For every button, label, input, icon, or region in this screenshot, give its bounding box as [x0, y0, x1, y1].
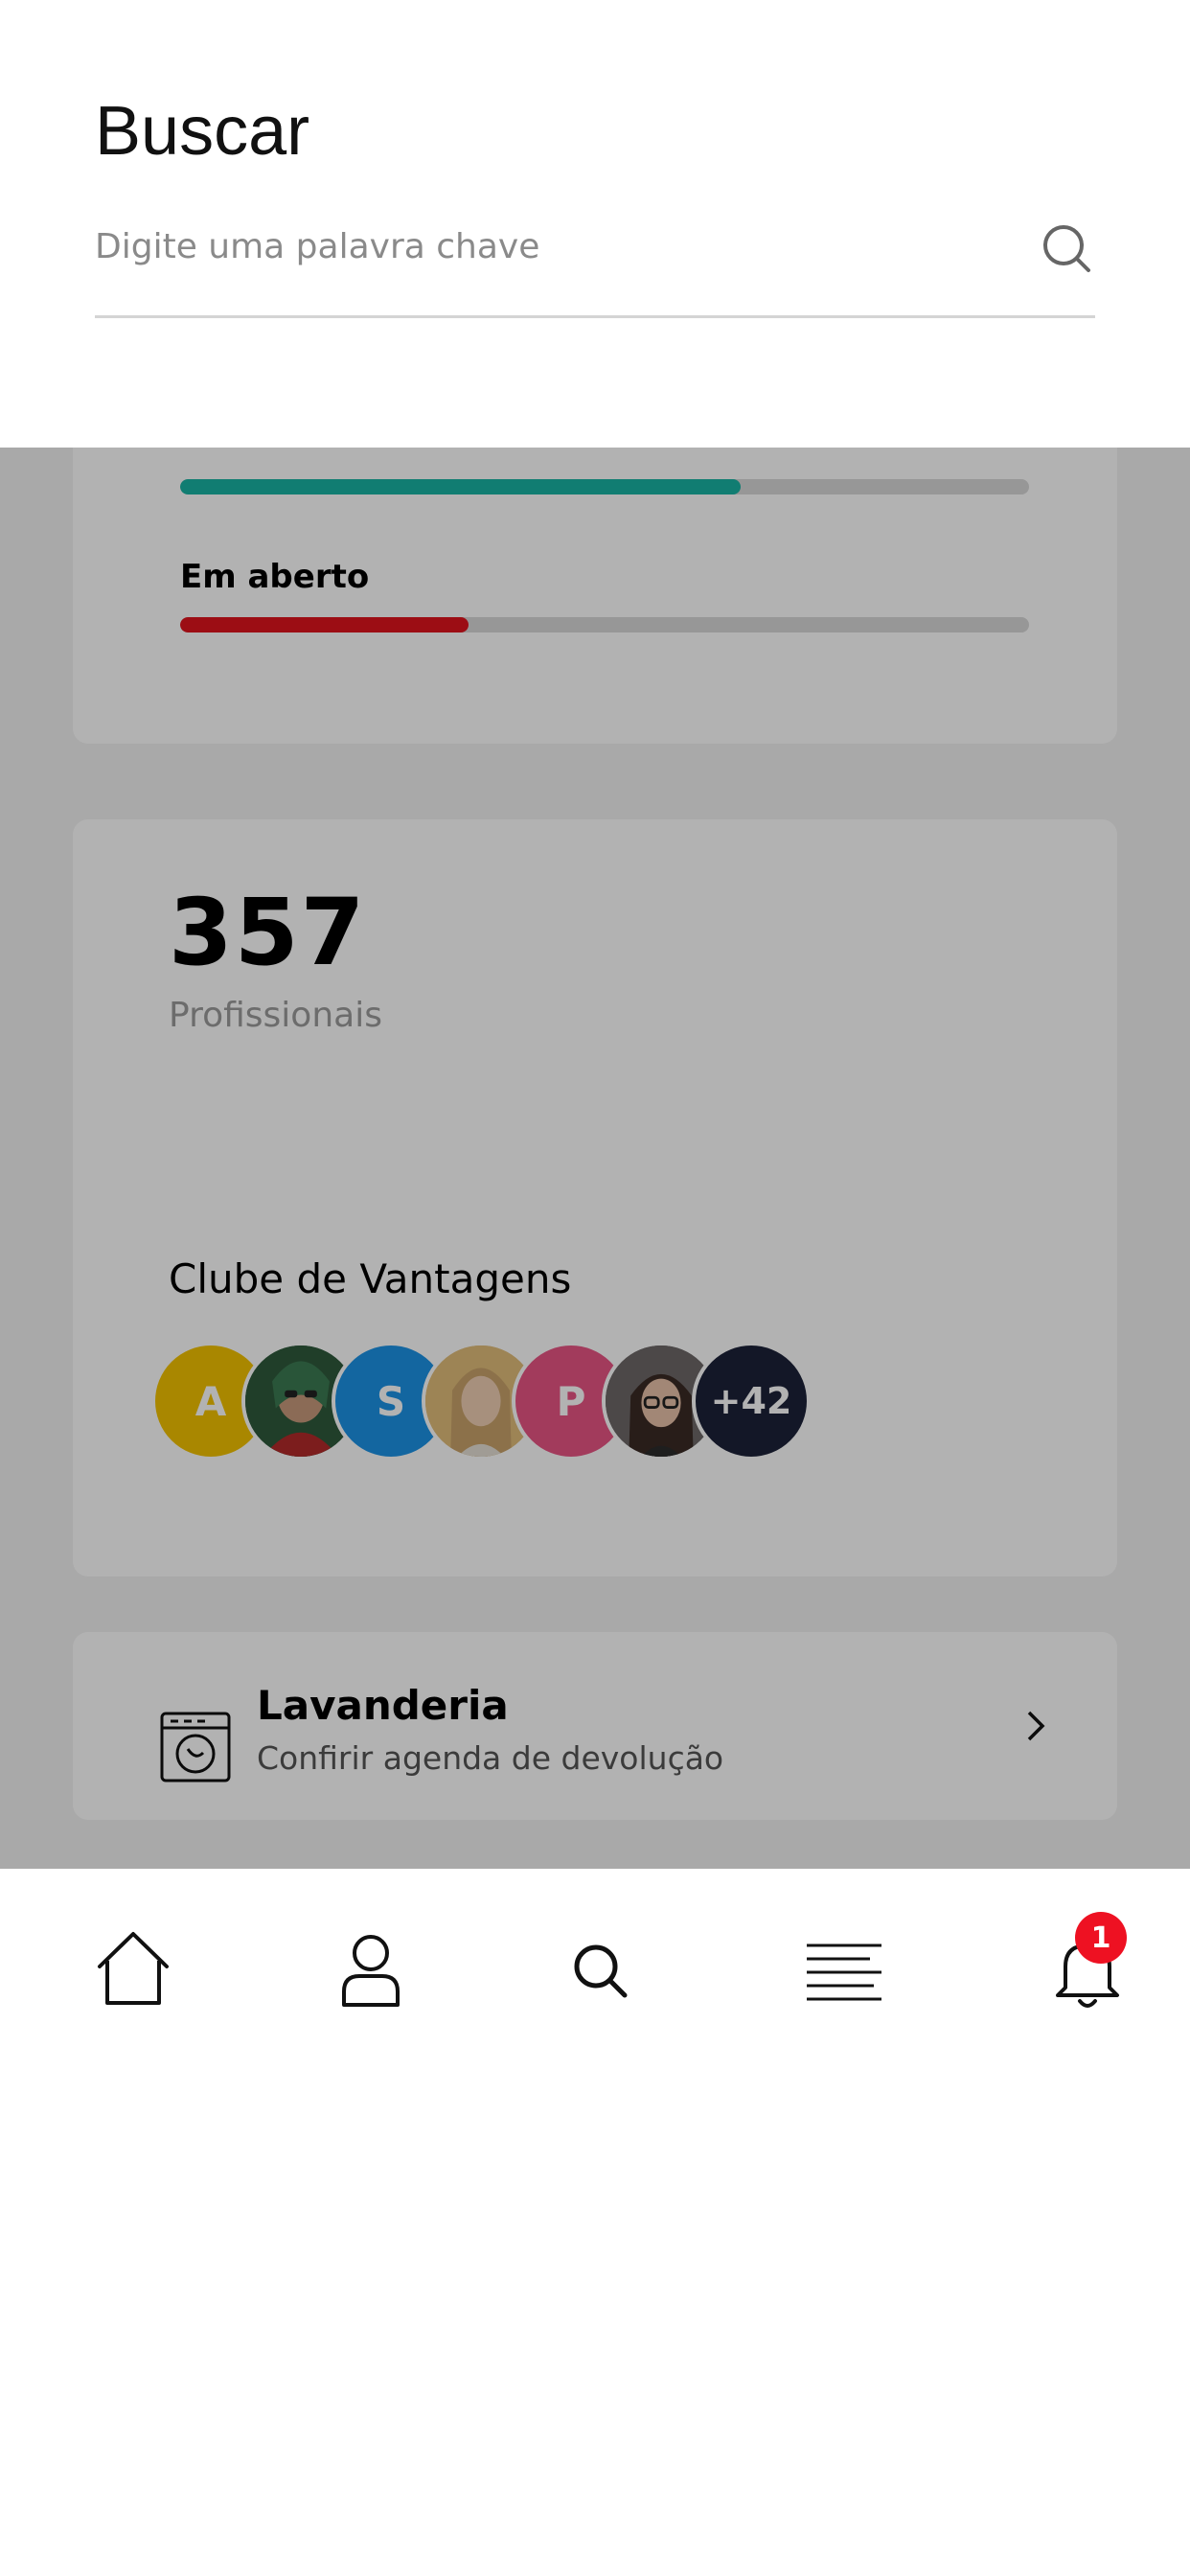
search-icon[interactable]: [1041, 222, 1092, 274]
notification-badge: 1: [1075, 1912, 1127, 1964]
search-underline: [95, 315, 1095, 318]
user-icon[interactable]: [328, 1926, 414, 2012]
search-input[interactable]: [95, 216, 1015, 277]
search-panel: Buscar: [0, 0, 1190, 448]
search-nav-icon[interactable]: [558, 1926, 644, 2012]
home-icon[interactable]: [90, 1926, 176, 2012]
search-title: Buscar: [95, 93, 310, 170]
menu-icon[interactable]: [801, 1926, 887, 2012]
